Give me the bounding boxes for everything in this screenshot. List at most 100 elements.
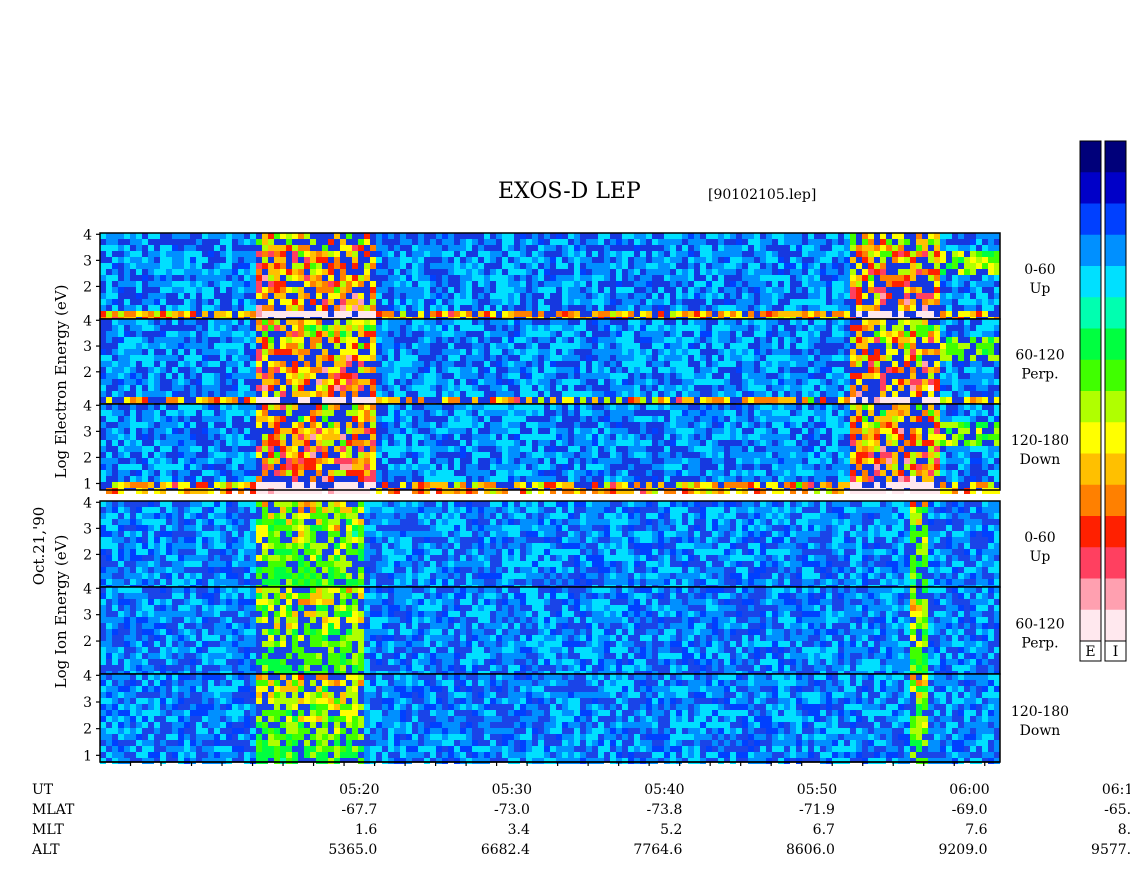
y-axis-labels: Log Electron Energy (eV) Log Ion Energy (… [52, 285, 70, 689]
colorbar-swatch [1105, 172, 1126, 204]
colorbar-swatch [1105, 516, 1126, 548]
y-tick-label: 2 [83, 722, 92, 738]
colorbar-swatch [1080, 234, 1101, 267]
footer-mlat-value: -67.7 [341, 802, 377, 818]
panel-e-down [99, 403, 1001, 494]
colorbar-swatch [1105, 422, 1126, 454]
colorbar-swatch [1080, 391, 1101, 423]
footer-row-label: UT [32, 782, 54, 798]
colorbar-swatch [1080, 547, 1101, 579]
y-tick-label: 2 [83, 547, 92, 563]
panel-direction-label: Up [1030, 281, 1051, 297]
footer-alt-value: 5365.0 [328, 842, 377, 858]
panel-angle-label: 0-60 [1024, 530, 1055, 546]
colorbar-swatch [1105, 297, 1126, 329]
footer-mlt-value: 5.2 [660, 822, 682, 838]
chart-title: EXOS-D LEP [498, 179, 641, 204]
y-tick-label: 4 [83, 313, 92, 329]
y-tick-label: 2 [83, 450, 92, 466]
colorbar-swatch [1105, 234, 1126, 267]
panel-e-up [99, 232, 1001, 323]
y-axis-label: Log Ion Energy (eV) [52, 535, 70, 689]
footer-mlt-value: 6.7 [813, 822, 835, 838]
panel-angle-label: 60-120 [1015, 617, 1064, 633]
colorbar-swatch [1105, 609, 1126, 642]
footer-mlt-value: 3.4 [508, 822, 530, 838]
footer-alt-value: 6682.4 [481, 842, 530, 858]
y-tick-label: 4 [83, 227, 92, 243]
footer-alt-value: 9209.0 [938, 842, 987, 858]
colorbar-swatch [1080, 172, 1101, 204]
colorbar-swatch [1080, 516, 1101, 548]
footer-ut-value: 06:00 [949, 782, 989, 798]
colorbar-swatch [1105, 328, 1126, 361]
colorbar-label: E [1085, 644, 1095, 660]
footer-ut-value: 05:30 [492, 782, 532, 798]
panel-angle-label: 120-180 [1011, 704, 1069, 720]
footer-row-label: MLT [32, 822, 64, 838]
colorbar-swatch [1080, 359, 1101, 392]
y-axis-label: Log Electron Energy (eV) [52, 285, 70, 479]
panel-i-perp [99, 586, 1001, 677]
colorbar-swatch [1080, 297, 1101, 329]
footer-mlat-value: -73.0 [494, 802, 530, 818]
panel-direction-label: Perp. [1021, 636, 1058, 652]
panel-angle-label: 60-120 [1015, 348, 1064, 364]
footer-mlat-value: -65.7 [1104, 802, 1130, 818]
footer-alt-value: 7764.6 [633, 842, 682, 858]
colorbar-swatch [1080, 453, 1101, 486]
footer-mlt-value: 7.6 [965, 822, 987, 838]
colorbar-swatch [1105, 484, 1126, 517]
panel-direction-label: Perp. [1021, 367, 1058, 383]
date-label: Oct.21,'90 [30, 507, 48, 586]
colorbar-swatch [1105, 453, 1126, 486]
y-tick-label: 1 [83, 476, 92, 492]
footer-ut-value: 06:10 [1102, 782, 1130, 798]
colorbar-swatch [1105, 578, 1126, 611]
footer-row-label: MLAT [32, 802, 75, 818]
colorbar-swatch [1105, 141, 1126, 173]
y-tick-label: 3 [83, 521, 92, 537]
colorbar-swatch [1080, 609, 1101, 642]
footer-ut-value: 05:40 [644, 782, 684, 798]
footer-mlt-value: 8.3 [1118, 822, 1130, 838]
colorbar: EI [1079, 140, 1127, 662]
panel-angle-label: 120-180 [1011, 433, 1069, 449]
colorbar-label: I [1113, 644, 1119, 660]
y-tick-label: 2 [83, 634, 92, 650]
y-tick-label: 4 [83, 398, 92, 414]
y-tick-label: 3 [83, 695, 92, 711]
colorbar-swatch [1080, 484, 1101, 517]
colorbar-swatch [1105, 266, 1126, 298]
y-tick-label: 3 [83, 339, 92, 355]
panel-i-up [99, 500, 1001, 591]
file-name: [90102105.lep] [708, 187, 816, 203]
footer-mlat-value: -71.9 [799, 802, 835, 818]
footer-ut-value: 05:50 [797, 782, 837, 798]
panel-e-perp [99, 318, 1001, 409]
footer-row-label: ALT [31, 842, 60, 858]
colorbar-swatch [1105, 391, 1126, 423]
panel-direction-label: Down [1020, 452, 1061, 468]
spectrogram-panels [99, 232, 1001, 764]
colorbar-swatch [1080, 266, 1101, 298]
panel-side-labels: 0-60 Up 60-120 Perp. 120-180 Down 0-60 Up 60-120… [1011, 262, 1069, 739]
y-tick-label: 3 [83, 424, 92, 440]
colorbar-swatch [1080, 578, 1101, 611]
y-tick-label: 4 [83, 668, 92, 684]
y-tick-label: 3 [83, 608, 92, 624]
panel-angle-label: 0-60 [1024, 262, 1055, 278]
footer-mlat-value: -73.8 [647, 802, 683, 818]
panel-direction-label: Up [1030, 549, 1051, 565]
colorbar-swatch [1080, 141, 1101, 173]
y-tick-label: 2 [83, 279, 92, 295]
footer-alt-value: 9577.2 [1091, 842, 1130, 858]
footer-mlt-value: 1.6 [355, 822, 377, 838]
colorbar-swatch [1105, 359, 1126, 392]
colorbar-swatch [1105, 547, 1126, 579]
panel-direction-label: Down [1020, 723, 1061, 739]
colorbar-swatch [1080, 422, 1101, 454]
panel-i-down [99, 673, 1001, 764]
footer-alt-value: 8606.0 [786, 842, 835, 858]
colorbar-swatch [1080, 328, 1101, 361]
